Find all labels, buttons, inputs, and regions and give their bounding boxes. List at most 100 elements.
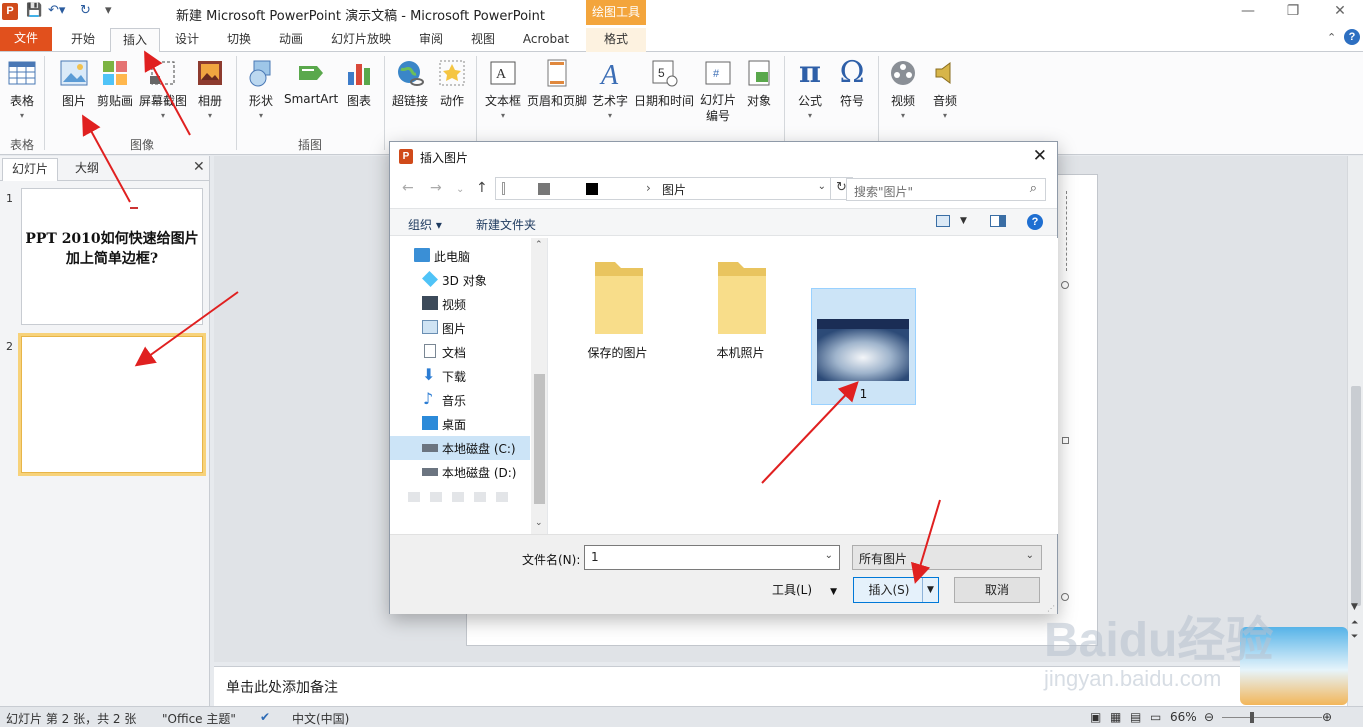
save-icon[interactable]: 💾 (26, 3, 42, 18)
tab-transitions[interactable]: 切换 (218, 28, 260, 52)
redo-icon[interactable]: ↻ (80, 3, 91, 18)
breadcrumb-pictures[interactable]: 图片 (662, 181, 686, 198)
ime-toolbar[interactable] (1240, 627, 1348, 705)
preview-pane-icon[interactable] (990, 215, 1006, 227)
file-type-filter[interactable]: 所有图片 ⌄ (852, 545, 1042, 570)
minimize-icon[interactable]: — (1233, 3, 1263, 19)
insert-dropdown-icon[interactable]: ▼ (922, 578, 938, 602)
table-button[interactable]: 表格 ▾ (4, 58, 40, 120)
resize-handle[interactable] (1061, 281, 1069, 289)
image-file-1[interactable]: 1 (811, 288, 916, 405)
help-icon[interactable]: ? (1344, 29, 1360, 45)
tab-file[interactable]: 文件 (0, 27, 52, 51)
slide-sorter-icon[interactable]: ▦ (1110, 710, 1121, 724)
hyperlink-button[interactable]: 超链接 (390, 58, 430, 109)
tab-home[interactable]: 开始 (62, 28, 104, 52)
object-button[interactable]: 对象 (742, 58, 776, 109)
tab-insert[interactable]: 插入 (110, 28, 160, 54)
view-options-dropdown-icon[interactable]: ▼ (960, 216, 967, 226)
prev-slide-icon[interactable]: ⏶ (1351, 618, 1358, 628)
zoom-slider[interactable] (1222, 717, 1322, 718)
resize-handle[interactable] (1061, 593, 1069, 601)
slide-number-button[interactable]: # 幻灯片编号 (698, 58, 738, 124)
tab-review[interactable]: 审阅 (410, 28, 452, 52)
organize-menu[interactable]: 组织 ▾ (408, 216, 442, 233)
address-dropdown-icon[interactable]: ⌄ (818, 181, 826, 192)
close-panel-icon[interactable]: ✕ (193, 159, 205, 175)
cancel-button[interactable]: 取消 (954, 577, 1040, 603)
new-folder-button[interactable]: 新建文件夹 (476, 216, 536, 233)
audio-button[interactable]: 音频 ▾ (928, 58, 962, 120)
nav-item-desktop[interactable]: 桌面 (390, 412, 530, 436)
nav-item-music[interactable]: ♪ 音乐 (390, 388, 530, 412)
textbox-button[interactable]: A 文本框 ▾ (483, 58, 523, 120)
tools-menu[interactable]: 工具(L) ▼ (772, 581, 837, 598)
tab-animations[interactable]: 动画 (270, 28, 312, 52)
chart-button[interactable]: 图表 (342, 58, 376, 109)
clipart-button[interactable]: 剪贴画 (96, 58, 134, 109)
screenshot-button[interactable]: 屏幕截图 ▾ (138, 58, 188, 120)
restore-icon[interactable]: ❐ (1278, 3, 1308, 19)
equation-button[interactable]: π 公式 ▾ (792, 58, 828, 121)
slide-thumbnail-1[interactable]: PPT 2010如何快速给图片加上简单边框? (21, 188, 203, 325)
nav-item-pictures[interactable]: 图片 (390, 316, 530, 340)
navigation-scroll-thumb[interactable] (534, 374, 545, 504)
dialog-close-icon[interactable]: ✕ (1033, 146, 1047, 166)
slide-thumbnail-2[interactable] (21, 336, 203, 473)
filename-dropdown-icon[interactable]: ⌄ (825, 550, 833, 561)
nav-item-downloads[interactable]: ⬇ 下载 (390, 364, 530, 388)
zoom-out-icon[interactable]: ⊖ (1204, 710, 1214, 724)
insert-button[interactable]: 插入(S) ▼ (853, 577, 939, 603)
nav-item-3d-objects[interactable]: 3D 对象 (390, 268, 530, 292)
status-zoom[interactable]: 66% (1170, 710, 1197, 724)
address-bar[interactable]: › 图片 ⌄ (495, 177, 831, 200)
search-icon[interactable]: ⌕ (1030, 181, 1037, 196)
dialog-help-icon[interactable]: ? (1027, 214, 1043, 230)
up-icon[interactable]: ↑ (476, 180, 488, 196)
tab-format[interactable]: 格式 (586, 28, 646, 52)
scroll-down-icon[interactable]: ⌄ (535, 518, 543, 528)
header-footer-button[interactable]: 页眉和页脚 (526, 58, 588, 109)
zoom-slider-thumb[interactable] (1250, 712, 1254, 723)
forward-icon[interactable]: → (430, 180, 442, 196)
shapes-button[interactable]: 形状 ▾ (244, 58, 278, 120)
status-language[interactable]: 中文(中国) (292, 710, 349, 727)
collapse-ribbon-icon[interactable]: ⌃ (1327, 31, 1336, 44)
resize-grip-icon[interactable]: ⋰ (1047, 604, 1055, 613)
symbol-button[interactable]: Ω 符号 (834, 58, 870, 109)
filter-dropdown-icon[interactable]: ⌄ (1026, 550, 1034, 561)
tab-design[interactable]: 设计 (166, 28, 208, 52)
spell-check-icon[interactable]: ✔ (260, 710, 270, 724)
tab-slideshow[interactable]: 幻灯片放映 (322, 28, 400, 52)
zoom-in-icon[interactable]: ⊕ (1322, 710, 1332, 724)
back-icon[interactable]: ← (402, 180, 414, 196)
video-button[interactable]: 视频 ▾ (886, 58, 920, 120)
slideshow-view-icon[interactable]: ▭ (1150, 710, 1161, 724)
scroll-up-icon[interactable]: ⌃ (535, 240, 543, 250)
tab-acrobat[interactable]: Acrobat (514, 28, 578, 52)
editor-scrollbar[interactable]: ▼ ⏶ ⏷ (1347, 156, 1363, 706)
folder-camera-roll[interactable]: 本机照片 (688, 246, 793, 362)
reading-view-icon[interactable]: ▤ (1130, 710, 1141, 724)
powerpoint-app-icon[interactable]: P (2, 3, 18, 20)
scroll-down-icon[interactable]: ▼ (1351, 602, 1358, 612)
normal-view-icon[interactable]: ▣ (1090, 710, 1101, 724)
nav-item-local-disk-d[interactable]: 本地磁盘 (D:) (390, 460, 530, 484)
filename-input[interactable]: 1 ⌄ (584, 545, 840, 570)
date-time-button[interactable]: 5 日期和时间 (634, 58, 694, 109)
resize-handle[interactable] (1062, 437, 1069, 444)
search-box[interactable]: 搜索"图片" ⌕ (846, 178, 1046, 201)
nav-item-documents[interactable]: 文档 (390, 340, 530, 364)
tab-outline[interactable]: 大纲 (66, 158, 108, 181)
undo-icon[interactable]: ↶▾ (48, 3, 65, 18)
nav-item-this-pc[interactable]: 此电脑 (390, 244, 530, 268)
folder-saved-pictures[interactable]: 保存的图片 (565, 246, 670, 362)
customize-quick-access-icon[interactable]: ▾ (105, 3, 112, 18)
change-view-icon[interactable] (936, 215, 950, 227)
tab-slides[interactable]: 幻灯片 (2, 158, 59, 181)
nav-item-local-disk-c[interactable]: 本地磁盘 (C:) (390, 436, 530, 460)
smartart-button[interactable]: SmartArt (284, 58, 338, 106)
notes-pane[interactable]: 单击此处添加备注 (214, 666, 1347, 706)
picture-button[interactable]: 图片 (56, 58, 92, 109)
tab-view[interactable]: 视图 (462, 28, 504, 52)
